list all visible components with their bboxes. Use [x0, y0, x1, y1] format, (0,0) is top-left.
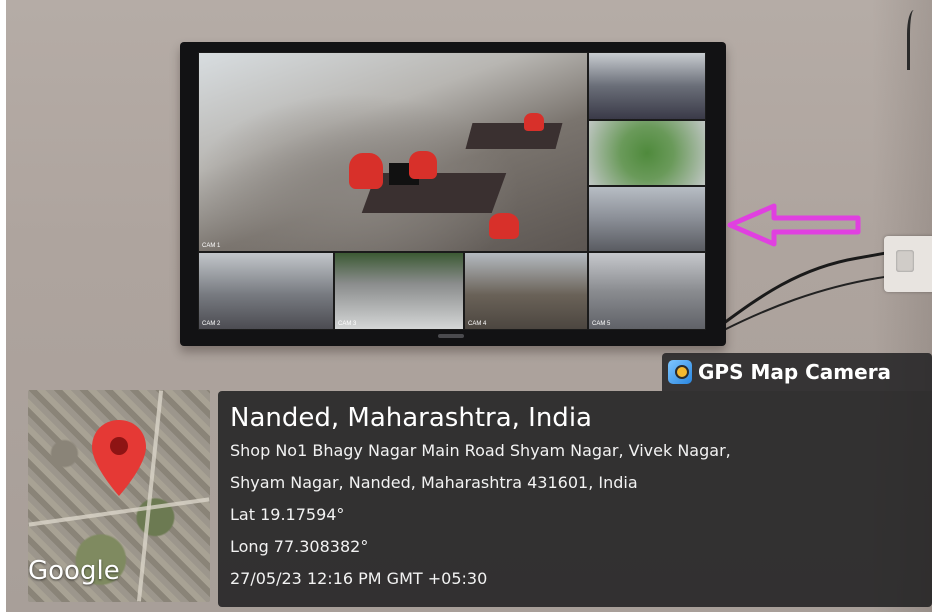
map-pin-icon	[92, 420, 146, 496]
cam-label: CAM 1	[202, 243, 221, 249]
location-title: Nanded, Maharashtra, India	[230, 403, 592, 433]
cam-label: CAM 3	[338, 321, 357, 327]
address-line: Shyam Nagar, Nanded, Maharashtra 431601,…	[230, 473, 638, 492]
television: CAM 1 CAM 2 CAM 3 CAM 4 CAM 5	[180, 42, 726, 346]
map-road	[28, 497, 210, 527]
google-label: Google	[28, 556, 120, 586]
desk	[361, 173, 507, 213]
wall-cable-top	[907, 10, 924, 70]
cctv-main-feed: CAM 1	[198, 52, 588, 252]
gps-map-camera-badge: GPS Map Camera	[662, 353, 932, 391]
timestamp: 27/05/23 12:16 PM GMT +05:30	[230, 569, 488, 588]
cctv-screen: CAM 1 CAM 2 CAM 3 CAM 4 CAM 5	[198, 52, 706, 330]
cctv-feed: CAM 3	[334, 252, 464, 330]
cctv-feed: CAM 4	[464, 252, 588, 330]
cctv-feed	[588, 52, 706, 120]
red-chair	[409, 151, 437, 179]
address-line: Shop No1 Bhagy Nagar Main Road Shyam Nag…	[230, 441, 731, 460]
cctv-feed: CAM 5	[588, 252, 706, 330]
longitude: Long 77.308382°	[230, 537, 369, 556]
red-chair	[349, 153, 383, 189]
location-info-panel: Nanded, Maharashtra, India Shop No1 Bhag…	[218, 391, 932, 607]
cam-label: CAM 2	[202, 321, 221, 327]
cctv-feed	[588, 186, 706, 252]
tv-brand-logo	[438, 334, 464, 338]
red-chair	[524, 113, 544, 131]
red-chair	[489, 213, 519, 239]
gps-map-camera-icon	[668, 360, 692, 384]
cam-label: CAM 4	[468, 321, 487, 327]
wall-socket	[884, 236, 932, 292]
magenta-arrow-icon	[727, 203, 861, 247]
cam-label: CAM 5	[592, 321, 611, 327]
latitude: Lat 19.17594°	[230, 505, 345, 524]
app-name: GPS Map Camera	[698, 360, 892, 384]
desk	[465, 123, 563, 149]
cctv-feed: CAM 2	[198, 252, 334, 330]
cctv-feed	[588, 120, 706, 186]
map-thumbnail: Google	[28, 390, 210, 602]
